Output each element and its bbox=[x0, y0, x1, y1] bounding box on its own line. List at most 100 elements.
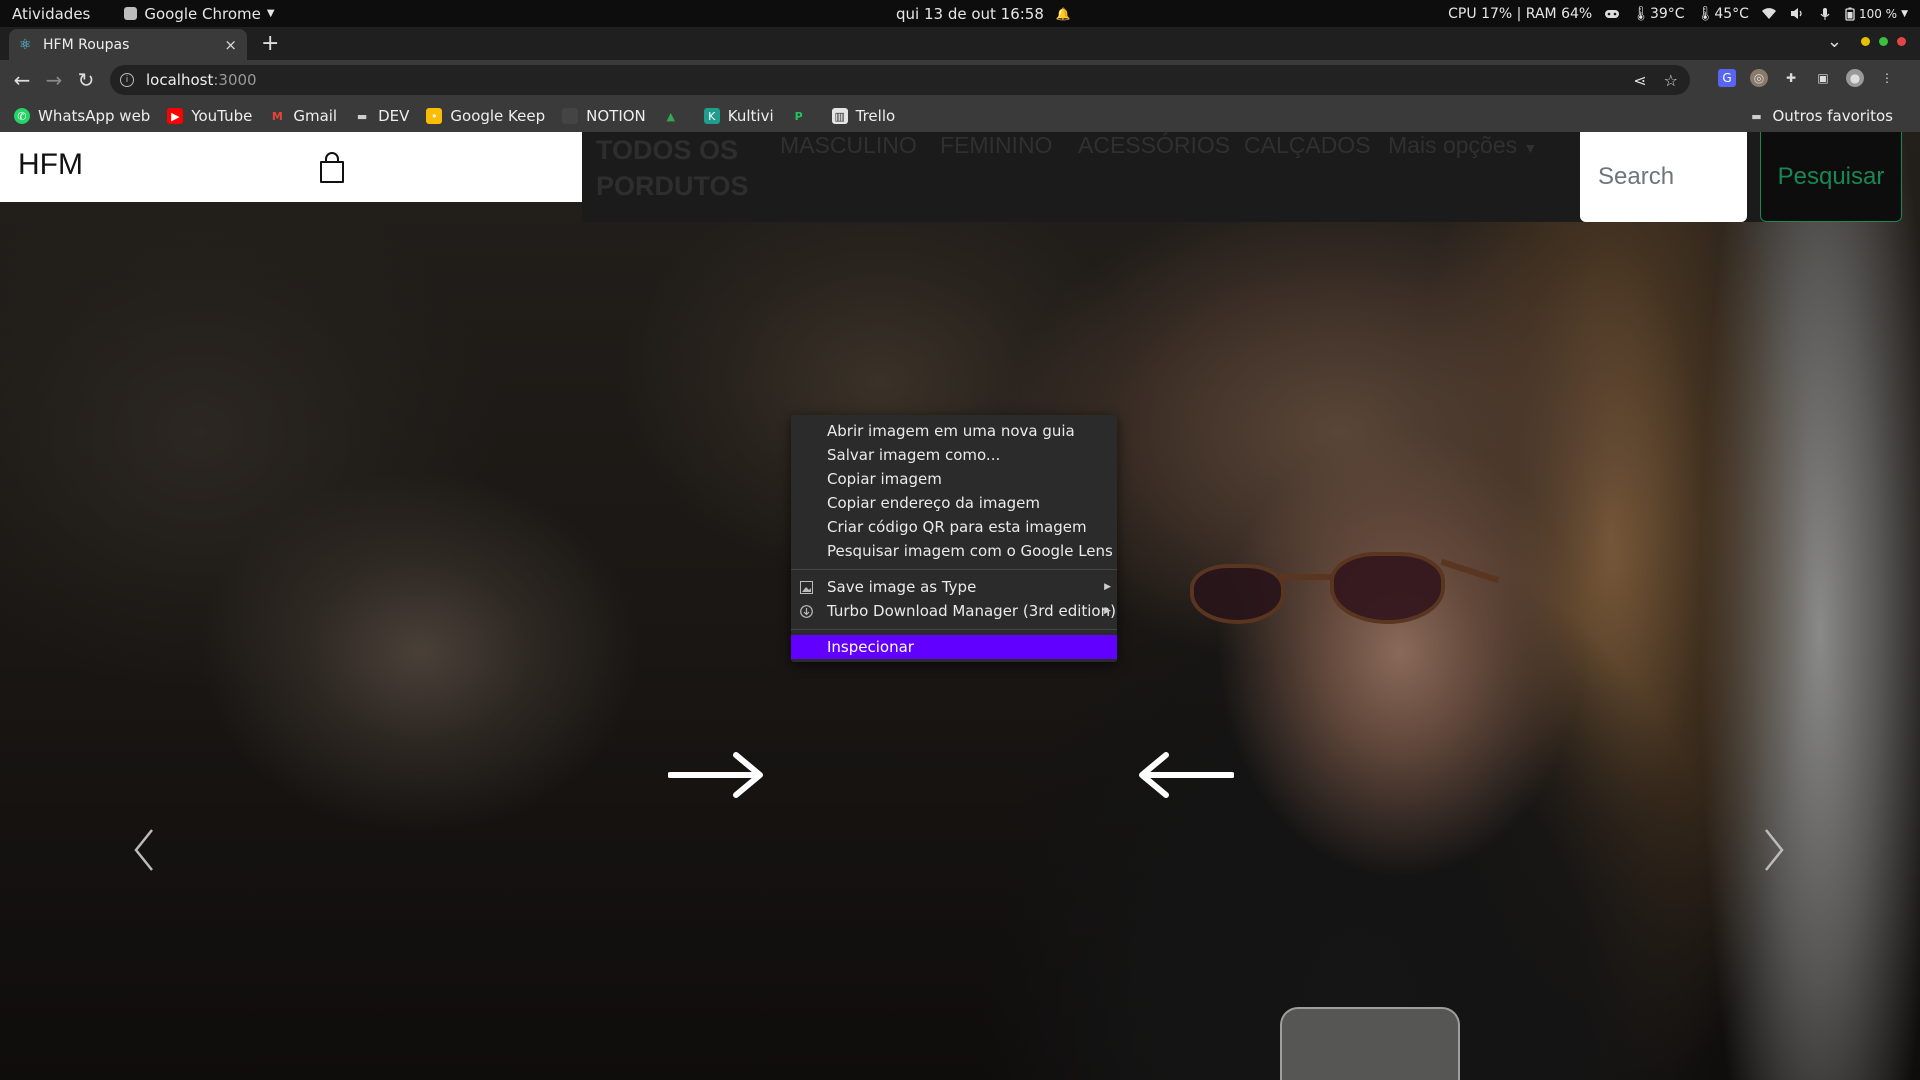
tab-search-chevron-icon[interactable]: ⌄ bbox=[1827, 31, 1842, 52]
url-port: :3000 bbox=[213, 71, 257, 89]
ctx-search-google-lens[interactable]: Pesquisar imagem com o Google Lens bbox=[791, 539, 1117, 563]
bookmark-youtube[interactable]: ▶ YouTube bbox=[167, 107, 252, 125]
glass-cup-shape bbox=[1280, 1007, 1460, 1080]
submenu-arrow-icon: ▶ bbox=[1104, 606, 1111, 616]
carousel-prev-button[interactable] bbox=[124, 820, 164, 880]
forward-arrow-icon[interactable]: → bbox=[42, 68, 66, 92]
ctx-turbo-download-manager[interactable]: Turbo Download Manager (3rd edition) ▶ bbox=[791, 599, 1117, 623]
bookmark-kultivi[interactable]: K Kultivi bbox=[703, 107, 774, 125]
bookmark-folder-dev[interactable]: ▬ DEV bbox=[354, 107, 410, 125]
bookmark-label: Outros favoritos bbox=[1772, 107, 1893, 125]
microphone-icon[interactable] bbox=[1817, 6, 1833, 22]
notion-icon bbox=[562, 108, 579, 124]
datetime: qui 13 de out 16:58 bbox=[896, 4, 1044, 23]
reload-icon[interactable]: ↻ bbox=[74, 68, 98, 92]
gmail-icon: M bbox=[271, 109, 283, 123]
tab-strip: ⚛ HFM Roupas × + ⌄ bbox=[0, 27, 1920, 60]
ctx-separator bbox=[791, 569, 1117, 570]
close-tab-icon[interactable]: × bbox=[224, 36, 237, 54]
wifi-icon[interactable] bbox=[1761, 6, 1777, 22]
close-window-button[interactable] bbox=[1897, 37, 1906, 46]
search-button[interactable]: Pesquisar bbox=[1760, 132, 1902, 222]
caret-down-icon: ▼ bbox=[1901, 8, 1908, 19]
translate-extension-icon[interactable]: G bbox=[1718, 69, 1736, 87]
bookmark-drive[interactable]: ▲ bbox=[663, 108, 687, 124]
image-icon bbox=[799, 580, 813, 594]
temperature-gpu[interactable]: 🌡45°C bbox=[1697, 6, 1749, 22]
ctx-open-image-new-tab[interactable]: Abrir imagem em uma nova guia bbox=[791, 419, 1117, 443]
carousel-next-button[interactable] bbox=[1754, 820, 1794, 880]
nav-masculino[interactable]: MASCULINO bbox=[780, 132, 917, 159]
system-monitor[interactable]: CPU 17% | RAM 64% bbox=[1448, 6, 1592, 22]
submenu-arrow-icon: ▶ bbox=[1104, 582, 1111, 592]
site-info-icon[interactable]: i bbox=[120, 73, 134, 87]
gamepad-icon[interactable] bbox=[1604, 6, 1620, 22]
ctx-save-image-as[interactable]: Salvar imagem como... bbox=[791, 443, 1117, 467]
site-header: HFM bbox=[0, 132, 582, 202]
context-menu: Abrir imagem em uma nova guia Salvar ima… bbox=[791, 415, 1117, 662]
shopping-bag-icon[interactable] bbox=[318, 152, 346, 184]
browser-toolbar: ← → ↻ i localhost:3000 ⋖ ☆ G ◎ ✚ ▣ ● ⋮ bbox=[0, 60, 1920, 100]
nav-calcados[interactable]: CALÇADOS bbox=[1244, 132, 1371, 159]
system-top-bar: Atividades Google Chrome ▼ qui 13 de out… bbox=[0, 0, 1920, 27]
bookmark-notion[interactable]: NOTION bbox=[562, 107, 646, 125]
nav-acessorios[interactable]: ACESSÓRIOS bbox=[1078, 132, 1230, 159]
bookmark-gmail[interactable]: M Gmail bbox=[269, 107, 337, 125]
bookmark-whatsapp[interactable]: ✆ WhatsApp web bbox=[14, 107, 150, 125]
battery-icon bbox=[1845, 7, 1855, 21]
side-panel-icon[interactable]: ▣ bbox=[1814, 69, 1832, 87]
menu-kebab-icon[interactable]: ⋮ bbox=[1878, 69, 1896, 87]
nav-feminino[interactable]: FEMININO bbox=[940, 132, 1052, 159]
folder-icon: ▬ bbox=[1751, 109, 1762, 123]
clock[interactable]: qui 13 de out 16:58 🔔 bbox=[896, 0, 1071, 27]
folder-icon: ▬ bbox=[356, 109, 368, 123]
bookmark-other-folder[interactable]: ▬ Outros favoritos bbox=[1748, 100, 1893, 132]
volume-icon[interactable] bbox=[1789, 6, 1805, 22]
temperature-cpu[interactable]: 🌡39°C bbox=[1632, 6, 1684, 22]
battery-indicator[interactable]: 100 % ▼ bbox=[1845, 7, 1908, 21]
activities-button[interactable]: Atividades bbox=[12, 5, 90, 23]
ctx-label: Save image as Type bbox=[827, 578, 977, 596]
app-menu-button[interactable]: Google Chrome ▼ bbox=[124, 4, 275, 23]
ctx-separator bbox=[791, 629, 1117, 630]
new-tab-button[interactable]: + bbox=[261, 31, 279, 56]
whatsapp-icon: ✆ bbox=[14, 108, 30, 124]
nav-mais-opcoes[interactable]: Mais opções ▼ bbox=[1388, 132, 1537, 159]
bookmark-p[interactable]: P bbox=[791, 108, 815, 124]
caret-down-icon: ▼ bbox=[266, 8, 275, 19]
app-name: Google Chrome bbox=[144, 4, 261, 23]
ctx-create-qr-code[interactable]: Criar código QR para esta imagem bbox=[791, 515, 1117, 539]
youtube-icon: ▶ bbox=[167, 108, 184, 124]
address-bar[interactable]: i localhost:3000 ⋖ ☆ bbox=[110, 65, 1690, 95]
profile-avatar[interactable]: ● bbox=[1846, 69, 1864, 87]
chrome-app-icon bbox=[124, 7, 138, 20]
bookmark-label: DEV bbox=[378, 107, 410, 125]
bookmark-label: Kultivi bbox=[727, 107, 774, 125]
tab-title: HFM Roupas bbox=[43, 36, 130, 53]
ctx-inspect[interactable]: Inspecionar bbox=[791, 635, 1117, 659]
tab-hfm-roupas[interactable]: ⚛ HFM Roupas × bbox=[9, 29, 247, 60]
nav-all-products[interactable]: TODOS OS PORDUTOS bbox=[596, 132, 766, 204]
extension-avatar-icon[interactable]: ◎ bbox=[1750, 69, 1768, 87]
bookmark-google-keep[interactable]: • Google Keep bbox=[426, 107, 545, 125]
sunglasses-shape bbox=[1180, 552, 1500, 642]
keep-icon: • bbox=[426, 108, 443, 124]
bookmark-label: WhatsApp web bbox=[38, 107, 151, 125]
nav-mais-opcoes-label: Mais opções bbox=[1388, 132, 1518, 158]
minimize-button[interactable] bbox=[1861, 37, 1870, 46]
ctx-copy-image-address[interactable]: Copiar endereço da imagem bbox=[791, 491, 1117, 515]
share-icon[interactable]: ⋖ bbox=[1633, 71, 1646, 90]
back-arrow-icon[interactable]: ← bbox=[10, 68, 34, 92]
bookmark-trello[interactable]: ▥ Trello bbox=[831, 107, 895, 125]
maximize-button[interactable] bbox=[1879, 37, 1888, 46]
arrow-right-icon bbox=[668, 752, 763, 798]
ctx-save-image-as-type[interactable]: Save image as Type ▶ bbox=[791, 575, 1117, 599]
ctx-copy-image[interactable]: Copiar imagem bbox=[791, 467, 1117, 491]
site-logo[interactable]: HFM bbox=[18, 148, 83, 182]
search-input[interactable] bbox=[1580, 132, 1747, 222]
caret-down-icon: ▼ bbox=[1523, 140, 1538, 156]
bookmark-star-icon[interactable]: ☆ bbox=[1664, 71, 1678, 90]
bookmark-label: Google Keep bbox=[450, 107, 546, 125]
bookmarks-bar: ✆ WhatsApp web ▶ YouTube M Gmail ▬ DEV •… bbox=[0, 100, 1920, 132]
extensions-puzzle-icon[interactable]: ✚ bbox=[1782, 69, 1800, 87]
